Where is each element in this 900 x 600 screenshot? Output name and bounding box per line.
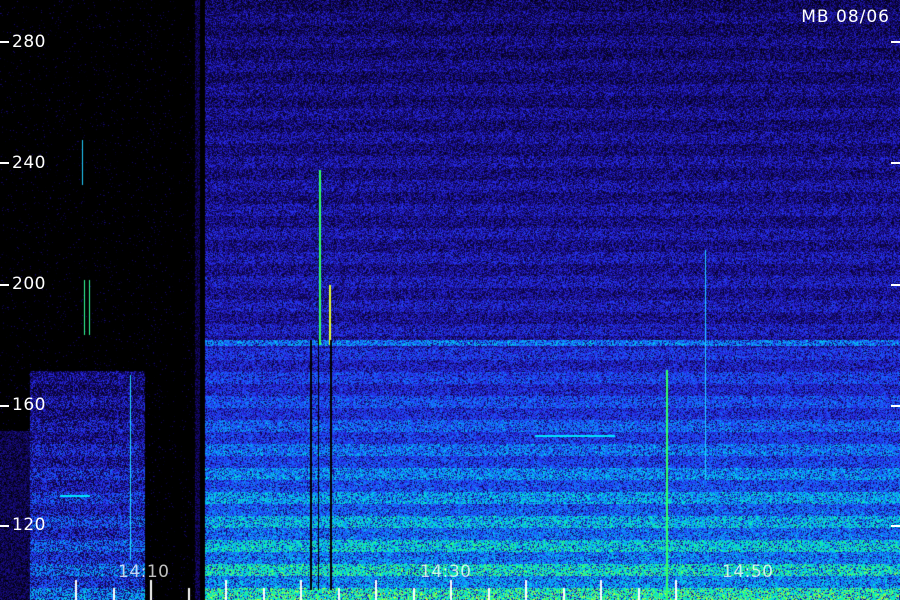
y-tick-200-left bbox=[0, 284, 9, 286]
y-label-160: 160 bbox=[12, 395, 46, 415]
y-tick-280-right bbox=[891, 41, 900, 43]
x-label-1450: 14:50 bbox=[722, 562, 774, 582]
y-tick-240-left bbox=[0, 162, 9, 164]
y-tick-200-right bbox=[891, 284, 900, 286]
y-tick-160-left bbox=[0, 405, 9, 407]
y-label-120: 120 bbox=[12, 515, 46, 535]
x-label-1430: 14:30 bbox=[420, 562, 472, 582]
y-tick-160-right bbox=[891, 405, 900, 407]
y-tick-120-left bbox=[0, 525, 9, 527]
y-label-240: 240 bbox=[12, 153, 46, 173]
y-tick-240-right bbox=[891, 162, 900, 164]
x-label-1410: 14:10 bbox=[118, 562, 170, 582]
station-date-label: MB 08/06 bbox=[801, 7, 890, 27]
y-tick-280-left bbox=[0, 41, 9, 43]
spectrogram-display: MB 08/06 280 240 200 160 120 14:10 14:30… bbox=[0, 0, 900, 600]
y-label-200: 200 bbox=[12, 274, 46, 294]
y-label-280: 280 bbox=[12, 32, 46, 52]
spectrogram-image bbox=[0, 0, 900, 600]
y-tick-120-right bbox=[891, 525, 900, 527]
